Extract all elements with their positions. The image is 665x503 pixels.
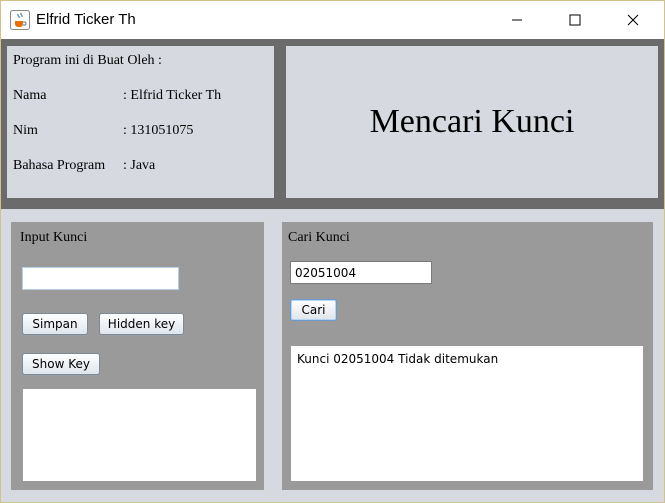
window-title: Elfrid Ticker Th [36, 11, 136, 28]
minimize-icon [511, 11, 523, 30]
author-info-panel: Program ini di Buat Oleh : Nama : Elfrid… [7, 46, 274, 198]
title-bar[interactable]: Elfrid Ticker Th [1, 1, 664, 39]
info-heading: Program ini di Buat Oleh : [13, 53, 162, 68]
hidden-key-button[interactable]: Hidden key [99, 313, 184, 335]
page-title: Mencari Kunci [369, 103, 575, 140]
search-key-field[interactable] [290, 261, 432, 284]
close-icon [627, 11, 639, 30]
maximize-button[interactable] [546, 1, 604, 39]
search-key-label: Cari Kunci [288, 230, 350, 245]
info-label-nama: Nama [13, 88, 47, 103]
app-window: Elfrid Ticker Th Program ini di Buat Ole… [0, 0, 665, 503]
search-result-area[interactable]: Kunci 02051004 Tidak ditemukan [291, 346, 643, 481]
info-value-nama: : Elfrid Ticker Th [123, 88, 222, 103]
input-key-label: Input Kunci [20, 230, 88, 245]
cari-button[interactable]: Cari [290, 299, 337, 321]
maximize-icon [569, 11, 581, 30]
info-label-nim: Nim [13, 123, 38, 138]
input-key-field[interactable] [22, 267, 179, 290]
info-label-bahasa: Bahasa Program [13, 158, 106, 173]
java-cup-icon [10, 10, 30, 30]
input-key-panel: Input Kunci Simpan Hidden key Show Key [11, 222, 264, 490]
key-output-area[interactable] [23, 389, 256, 481]
minimize-button[interactable] [488, 1, 546, 39]
simpan-button[interactable]: Simpan [22, 313, 88, 335]
info-value-nim: : 131051075 [123, 123, 194, 138]
content-area: Program ini di Buat Oleh : Nama : Elfrid… [1, 39, 664, 502]
info-value-bahasa: : Java [123, 158, 156, 173]
close-button[interactable] [604, 1, 662, 39]
search-key-panel: Cari Kunci Cari Kunci 02051004 Tidak dit… [282, 222, 653, 490]
banner-panel: Mencari Kunci [286, 46, 658, 198]
show-key-button[interactable]: Show Key [22, 353, 100, 375]
lower-area: Input Kunci Simpan Hidden key Show Key C… [1, 209, 664, 502]
